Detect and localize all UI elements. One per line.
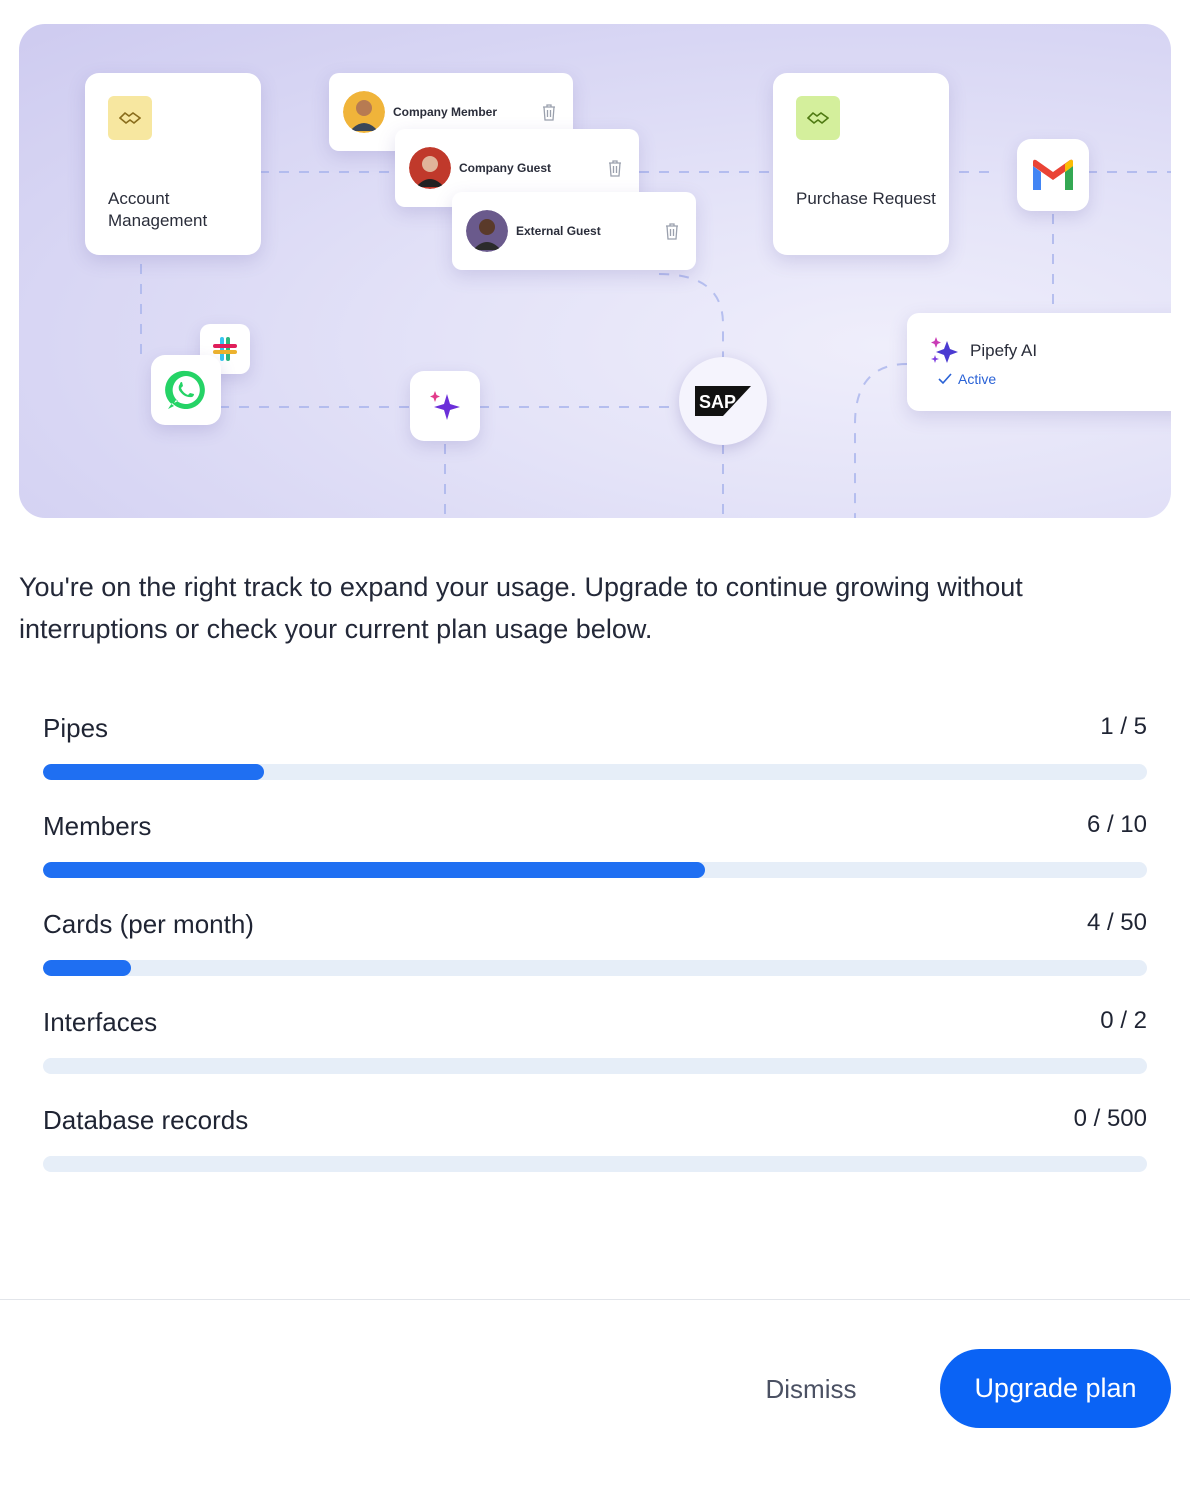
progress-fill bbox=[43, 764, 264, 780]
sparkle-icon bbox=[410, 371, 480, 441]
progress-bar bbox=[43, 862, 1147, 878]
whatsapp-icon bbox=[151, 355, 221, 425]
gmail-icon bbox=[1017, 139, 1089, 211]
usage-label: Cards (per month) bbox=[43, 909, 254, 939]
usage-count: 1 / 5 bbox=[1100, 713, 1147, 740]
trash-icon[interactable] bbox=[662, 221, 682, 241]
process-title: Account Management bbox=[108, 189, 208, 230]
usage-count: 0 / 500 bbox=[1073, 1105, 1147, 1132]
handshake-icon bbox=[796, 96, 840, 140]
trash-icon[interactable] bbox=[605, 158, 625, 178]
usage-row-cards: Cards (per month) 4 / 50 bbox=[43, 909, 1147, 1007]
progress-bar bbox=[43, 1156, 1147, 1172]
ai-sparkle-icon bbox=[929, 335, 961, 372]
usage-count: 0 / 2 bbox=[1100, 1007, 1147, 1034]
usage-row-database-records: Database records 0 / 500 bbox=[43, 1105, 1147, 1203]
usage-count: 4 / 50 bbox=[1086, 909, 1147, 936]
usage-row-members: Members 6 / 10 bbox=[43, 811, 1147, 909]
progress-bar bbox=[43, 764, 1147, 780]
usage-label: Members bbox=[43, 811, 152, 841]
check-icon bbox=[938, 373, 952, 385]
member-name: Company Member bbox=[393, 105, 498, 119]
dismiss-button[interactable]: Dismiss bbox=[740, 1359, 882, 1419]
account-management-card: Account Management bbox=[85, 73, 261, 255]
pipefy-ai-card: Pipefy AI Active bbox=[907, 313, 1171, 411]
purchase-request-card: Purchase Request bbox=[773, 73, 949, 255]
handshake-icon bbox=[108, 96, 152, 140]
member-card-external-guest: External Guest bbox=[452, 192, 696, 270]
usage-row-pipes: Pipes 1 / 5 bbox=[43, 713, 1147, 811]
usage-row-interfaces: Interfaces 0 / 2 bbox=[43, 1007, 1147, 1105]
ai-status: Active bbox=[938, 371, 996, 387]
upgrade-plan-button[interactable]: Upgrade plan bbox=[940, 1349, 1171, 1428]
process-title: Purchase Request bbox=[796, 189, 936, 208]
intro-text: You're on the right track to expand your… bbox=[19, 572, 1023, 644]
usage-label: Pipes bbox=[43, 713, 109, 743]
sap-logo: SAP bbox=[679, 357, 767, 445]
ai-status-label: Active bbox=[958, 371, 997, 387]
avatar bbox=[409, 147, 451, 189]
progress-bar bbox=[43, 960, 1147, 976]
progress-fill bbox=[43, 862, 706, 878]
hero-illustration: Account Management Company Member Compan… bbox=[19, 24, 1171, 518]
trash-icon[interactable] bbox=[539, 102, 559, 122]
usage-count: 6 / 10 bbox=[1086, 811, 1147, 838]
ai-title: Pipefy AI bbox=[970, 341, 1038, 360]
progress-bar bbox=[43, 1058, 1147, 1074]
member-name: Company Guest bbox=[459, 161, 552, 175]
avatar bbox=[343, 91, 385, 133]
sap-text: SAP bbox=[699, 392, 736, 412]
usage-label: Database records bbox=[43, 1105, 249, 1135]
usage-list: Pipes 1 / 5 Members 6 / 10 Cards (per mo… bbox=[43, 713, 1147, 1203]
progress-fill bbox=[43, 960, 132, 976]
footer-divider bbox=[0, 1299, 1190, 1300]
member-name: External Guest bbox=[516, 224, 601, 238]
avatar bbox=[466, 210, 508, 252]
usage-label: Interfaces bbox=[43, 1007, 158, 1037]
